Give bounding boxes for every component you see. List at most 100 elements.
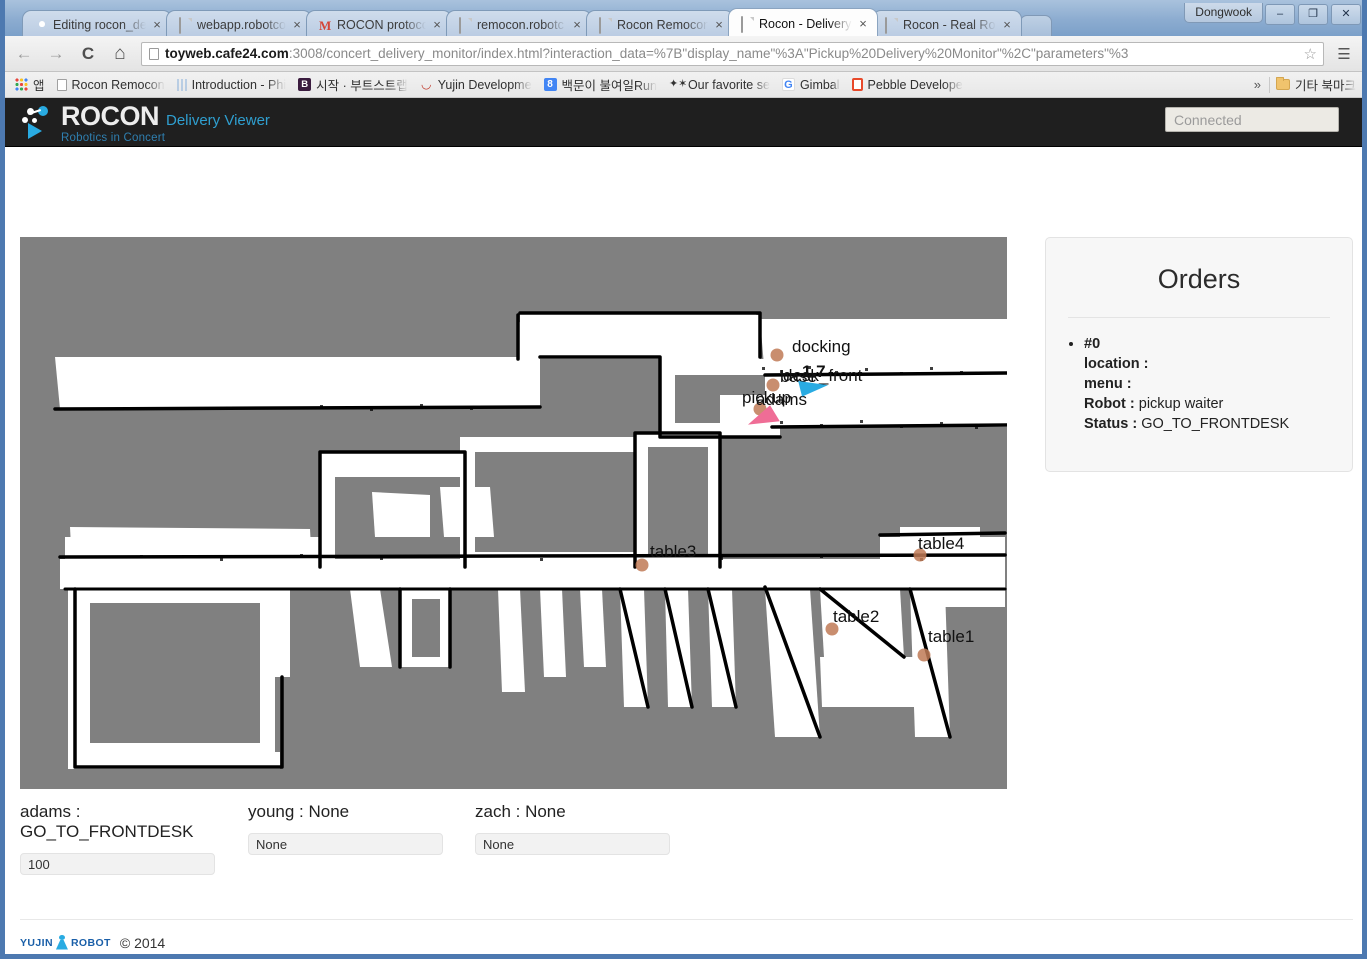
order-robot-value: pickup waiter bbox=[1138, 396, 1224, 412]
robot-status-adams: adams : GO_TO_FRONTDESK 100 bbox=[20, 802, 220, 875]
page-icon bbox=[599, 16, 612, 34]
yujin-logo-right: ROBOT bbox=[70, 936, 111, 949]
order-item[interactable]: #0 location : menu : Robot : pickup wait… bbox=[1084, 334, 1352, 434]
tab-close-icon[interactable]: × bbox=[857, 17, 869, 30]
bookmark-label: 백문이 불여일Run bbox=[561, 79, 657, 93]
page-footer: YUJIN ROBOT © 2014 bbox=[20, 919, 1353, 954]
google-8-icon: 8 bbox=[543, 78, 557, 91]
browser-tab-4[interactable]: Rocon Remocon × bbox=[586, 10, 734, 36]
browser-tab-2[interactable]: M ROCON protocol × bbox=[306, 10, 452, 36]
waypoint-label-docking: docking bbox=[792, 337, 851, 356]
url-text: toyweb.cafe24.com:3008/concert_delivery_… bbox=[165, 46, 1304, 61]
bookmark-label: Pebble Develope bbox=[867, 77, 963, 92]
bookmarks-bar: 앱 Rocon Remocon Introduction - Phi B 시작 … bbox=[5, 72, 1362, 98]
robot-status-value[interactable]: None bbox=[248, 833, 443, 855]
tab-title: Rocon Remocon bbox=[617, 17, 708, 32]
browser-tab-0[interactable]: Editing rocon_de × bbox=[22, 10, 172, 36]
tab-close-icon[interactable]: × bbox=[151, 18, 163, 31]
waypoint-marker-table3[interactable] bbox=[635, 558, 649, 572]
browser-tab-3[interactable]: remocon.robotc × bbox=[446, 10, 592, 36]
tab-list: Editing rocon_de × webapp.robotco × M RO… bbox=[22, 8, 1052, 36]
robot-status-value[interactable]: 100 bbox=[20, 853, 215, 875]
small-image-icon bbox=[176, 78, 187, 91]
browser-profile-name[interactable]: Dongwook bbox=[1184, 3, 1263, 23]
pebble-icon bbox=[851, 78, 863, 91]
tab-title: ROCON protocol bbox=[337, 17, 426, 32]
bookmark-pebble[interactable]: Pebble Develope bbox=[846, 75, 969, 95]
bookmark-label: Our favorite se bbox=[687, 77, 770, 92]
delivery-map[interactable]: docking desk_front base 1.7 pickup adams… bbox=[20, 237, 1007, 789]
tab-close-icon[interactable]: × bbox=[1001, 18, 1013, 31]
tab-close-icon[interactable]: × bbox=[571, 18, 583, 31]
browser-tab-1[interactable]: webapp.robotco × bbox=[166, 10, 312, 36]
bookmark-rocon-remocon[interactable]: Rocon Remocon bbox=[51, 75, 171, 95]
bookmark-yujin-development[interactable]: ◡ Yujin Developme bbox=[414, 75, 538, 95]
bookmark-baekmun[interactable]: 8 백문이 불여일Run bbox=[538, 75, 663, 95]
brand[interactable]: ROCON Delivery Viewer Robotics in Concer… bbox=[21, 103, 270, 145]
bookmark-our-favorite[interactable]: ✦✶ Our favorite se bbox=[663, 75, 776, 95]
robot-status-zach: zach : None None bbox=[475, 802, 672, 855]
close-icon[interactable]: ✕ bbox=[1331, 4, 1361, 25]
brand-name: ROCON bbox=[61, 101, 160, 131]
waypoint-marker-docking[interactable] bbox=[770, 348, 784, 362]
back-icon[interactable]: ← bbox=[11, 41, 37, 67]
bookmark-star-icon[interactable]: ☆ bbox=[1304, 45, 1317, 63]
page-info-icon[interactable] bbox=[149, 47, 159, 60]
occupancy-grid-map bbox=[20, 237, 1007, 789]
tab-title: remocon.robotc bbox=[477, 17, 564, 32]
tab-close-icon[interactable]: × bbox=[291, 18, 303, 31]
browser-tab-strip: Editing rocon_de × webapp.robotco × M RO… bbox=[0, 0, 1367, 36]
robot-battery-label: 1.7 bbox=[802, 362, 826, 381]
bookmark-label: Gimbal bbox=[799, 77, 840, 92]
page-body: docking desk_front base 1.7 pickup adams… bbox=[5, 147, 1362, 954]
browser-window: Editing rocon_de × webapp.robotco × M RO… bbox=[0, 0, 1367, 959]
forward-icon[interactable]: → bbox=[43, 41, 69, 67]
address-bar[interactable]: toyweb.cafe24.com:3008/concert_delivery_… bbox=[141, 41, 1324, 66]
page-icon bbox=[56, 78, 67, 91]
robot-status-title: young : None bbox=[248, 802, 350, 821]
page-icon bbox=[459, 16, 472, 34]
bookmark-apps[interactable]: 앱 bbox=[5, 75, 51, 95]
waypoint-label-table1: table1 bbox=[928, 627, 975, 646]
waypoint-label-table3: table3 bbox=[650, 542, 697, 561]
order-menu-label: menu : bbox=[1084, 376, 1132, 392]
yujin-icon: ◡ bbox=[420, 77, 432, 91]
yujin-robot-logo: YUJIN ROBOT bbox=[20, 934, 111, 951]
tab-close-icon[interactable]: × bbox=[713, 18, 725, 31]
tab-title: webapp.robotco bbox=[197, 17, 286, 32]
waypoint-label-table4: table4 bbox=[918, 534, 965, 553]
bookmark-bootstrap[interactable]: B 시작 · 부트스트랩 bbox=[292, 75, 414, 95]
brand-subtitle: Delivery Viewer bbox=[166, 112, 270, 129]
new-tab-button[interactable] bbox=[1020, 15, 1052, 36]
tab-close-icon[interactable]: × bbox=[431, 18, 443, 31]
robot-status-title: adams : GO_TO_FRONTDESK bbox=[20, 802, 194, 841]
robot-status-value[interactable]: None bbox=[475, 833, 670, 855]
order-id: #0 bbox=[1084, 336, 1101, 352]
home-icon[interactable]: ⌂ bbox=[107, 41, 133, 67]
connection-status-field[interactable]: Connected bbox=[1165, 107, 1339, 132]
browser-tab-6[interactable]: Rocon - Real Rob × bbox=[872, 10, 1022, 36]
bookmark-label: 앱 bbox=[33, 79, 45, 93]
tab-title: Editing rocon_de bbox=[53, 17, 146, 32]
page-icon bbox=[741, 15, 754, 33]
bookmark-label: 기타 북마크 bbox=[1295, 79, 1356, 93]
browser-tab-5[interactable]: Rocon - Delivery × bbox=[728, 8, 878, 36]
order-status-value: GO_TO_FRONTDESK bbox=[1141, 416, 1290, 432]
maximize-icon[interactable]: ❐ bbox=[1298, 4, 1328, 25]
orders-list: #0 location : menu : Robot : pickup wait… bbox=[1046, 318, 1352, 434]
bookmark-other-folder[interactable]: 기타 북마크 bbox=[1270, 75, 1362, 95]
bookmark-gimbal[interactable]: G Gimbal bbox=[776, 75, 846, 95]
bookmark-introduction[interactable]: Introduction - Phi bbox=[171, 75, 293, 95]
url-path: :3008/concert_delivery_monitor/index.htm… bbox=[288, 46, 1129, 61]
waypoint-marker-table1[interactable] bbox=[917, 648, 931, 662]
yujin-logo-left: YUJIN bbox=[20, 936, 53, 949]
bookmarks-overflow-icon[interactable]: » bbox=[1246, 77, 1269, 92]
bookmark-label: Yujin Developme bbox=[437, 77, 532, 92]
reload-icon[interactable]: C bbox=[75, 41, 101, 67]
browser-menu-icon[interactable]: ☰ bbox=[1332, 45, 1356, 63]
page-viewport: ROCON Delivery Viewer Robotics in Concer… bbox=[5, 98, 1362, 954]
github-icon bbox=[35, 18, 48, 32]
bookmark-label: 시작 · 부트스트랩 bbox=[316, 79, 408, 93]
robot-status-young: young : None None bbox=[248, 802, 445, 855]
minimize-icon[interactable]: – bbox=[1265, 4, 1295, 25]
